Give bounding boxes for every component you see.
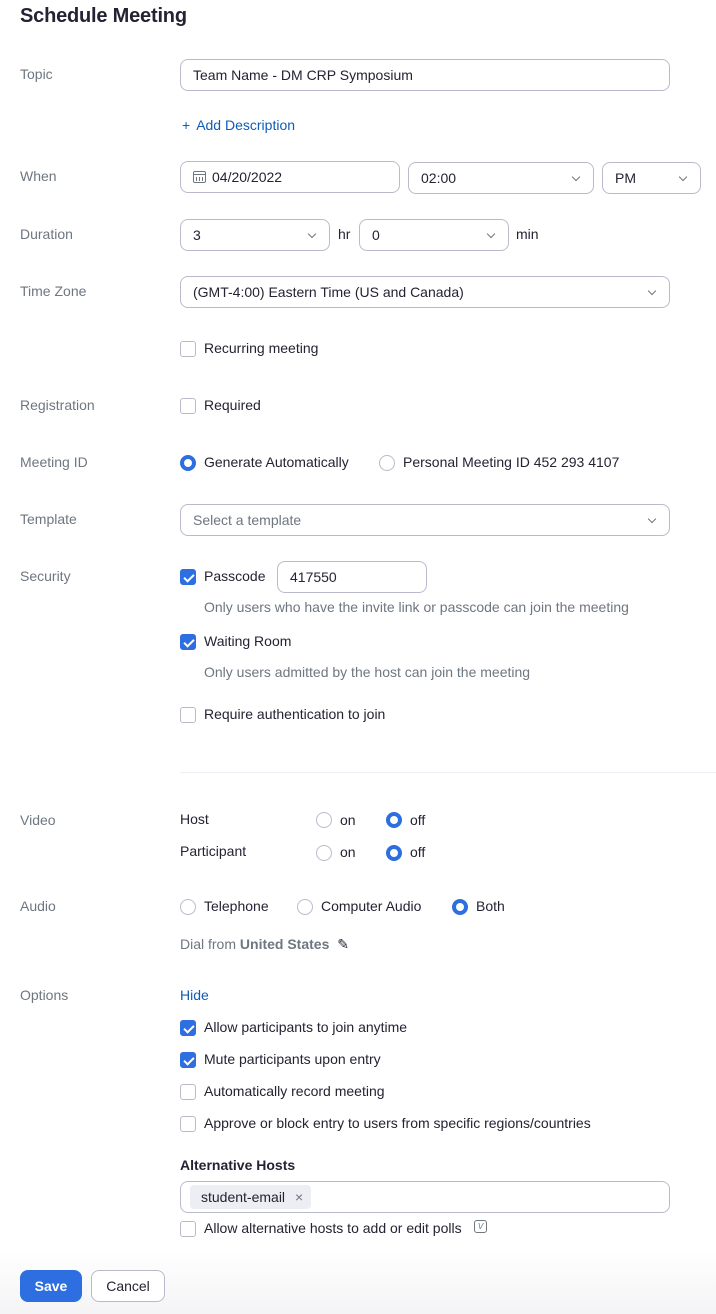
hours-value: 3: [193, 227, 201, 243]
ampm-value: PM: [615, 170, 636, 186]
personal-meeting-id-label: Personal Meeting ID 452 293 4107: [403, 454, 620, 470]
video-host-off-label: off: [410, 812, 426, 828]
alternative-hosts-title: Alternative Hosts: [180, 1157, 296, 1173]
alt-host-polls-checkbox[interactable]: [180, 1221, 196, 1237]
passcode-value: 417550: [290, 569, 337, 585]
minutes-value: 0: [372, 227, 380, 243]
chevron-down-icon: [678, 173, 688, 183]
template-placeholder: Select a template: [193, 512, 302, 528]
video-label: Video: [20, 812, 56, 828]
time-select[interactable]: 02:00: [408, 162, 594, 194]
video-participant-off-label: off: [410, 844, 426, 860]
date-value: 04/20/2022: [212, 169, 283, 185]
require-auth-label: Require authentication to join: [204, 706, 386, 722]
when-label: When: [20, 168, 57, 184]
time-value: 02:00: [421, 170, 457, 186]
topic-input[interactable]: Team Name - DM CRP Symposium: [180, 59, 670, 91]
audio-telephone-label: Telephone: [204, 898, 269, 914]
meeting-id-label: Meeting ID: [20, 454, 88, 470]
chevron-down-icon: [307, 230, 317, 240]
poll-icon: V: [474, 1220, 487, 1233]
video-participant-on-label: on: [340, 844, 356, 860]
generate-automatically-label: Generate Automatically: [204, 454, 349, 470]
cancel-button[interactable]: Cancel: [91, 1270, 165, 1302]
options-hide-link[interactable]: Hide: [180, 987, 209, 1003]
duration-hours-select[interactable]: 3: [180, 219, 330, 251]
minutes-unit: min: [516, 226, 539, 242]
passcode-label: Passcode: [204, 568, 266, 584]
add-description-link[interactable]: + Add Description: [182, 117, 295, 133]
registration-checkbox[interactable]: [180, 398, 196, 414]
waiting-room-checkbox[interactable]: [180, 634, 196, 650]
video-host-on-radio[interactable]: [316, 812, 332, 828]
require-auth-checkbox[interactable]: [180, 707, 196, 723]
passcode-input[interactable]: 417550: [277, 561, 427, 593]
calendar-icon: [193, 171, 206, 183]
alt-host-polls-label: Allow alternative hosts to add or edit p…: [204, 1220, 462, 1236]
options-label: Options: [20, 987, 69, 1003]
audio-both-radio[interactable]: [452, 899, 468, 915]
dial-from-prefix: Dial from: [180, 936, 237, 952]
save-button[interactable]: Save: [20, 1270, 82, 1302]
join-anytime-label: Allow participants to join anytime: [204, 1019, 408, 1035]
remove-icon[interactable]: ×: [295, 1189, 303, 1205]
duration-minutes-select[interactable]: 0: [359, 219, 509, 251]
page-title: Schedule Meeting: [20, 5, 187, 27]
registration-required-label: Required: [204, 397, 261, 413]
video-participant-label: Participant: [180, 843, 247, 859]
chevron-down-icon: [486, 230, 496, 240]
region-approval-label: Approve or block entry to users from spe…: [204, 1115, 591, 1131]
audio-telephone-radio[interactable]: [180, 899, 196, 915]
recurring-label: Recurring meeting: [204, 340, 319, 356]
dial-from: Dial from United States ✎: [180, 936, 349, 953]
audio-both-label: Both: [476, 898, 505, 914]
section-divider: [180, 772, 716, 773]
audio-label: Audio: [20, 898, 56, 914]
time-zone-select[interactable]: (GMT-4:00) Eastern Time (US and Canada): [180, 276, 670, 308]
chevron-down-icon: [647, 515, 657, 525]
time-zone-value: (GMT-4:00) Eastern Time (US and Canada): [193, 284, 464, 300]
passcode-hint: Only users who have the invite link or p…: [204, 599, 629, 615]
dial-from-country: United States: [239, 936, 330, 952]
region-approval-checkbox[interactable]: [180, 1116, 196, 1132]
audio-computer-radio[interactable]: [297, 899, 313, 915]
video-participant-on-radio[interactable]: [316, 845, 332, 861]
chevron-down-icon: [647, 287, 657, 297]
plus-icon: +: [182, 117, 191, 133]
time-zone-label: Time Zone: [20, 283, 87, 299]
date-input[interactable]: 04/20/2022: [180, 161, 400, 193]
template-select[interactable]: Select a template: [180, 504, 670, 536]
template-label: Template: [20, 511, 77, 527]
mute-on-entry-checkbox[interactable]: [180, 1052, 196, 1068]
recurring-checkbox[interactable]: [180, 341, 196, 357]
auto-record-label: Automatically record meeting: [204, 1083, 385, 1099]
mute-on-entry-label: Mute participants upon entry: [204, 1051, 381, 1067]
ampm-select[interactable]: PM: [602, 162, 701, 194]
personal-meeting-id-radio[interactable]: [379, 455, 395, 471]
auto-record-checkbox[interactable]: [180, 1084, 196, 1100]
generate-automatically-radio[interactable]: [180, 455, 196, 471]
join-anytime-checkbox[interactable]: [180, 1020, 196, 1036]
chevron-down-icon: [571, 173, 581, 183]
audio-computer-label: Computer Audio: [321, 898, 422, 914]
passcode-checkbox[interactable]: [180, 569, 196, 585]
video-host-label: Host: [180, 811, 209, 827]
alt-host-chip: student-email ×: [190, 1185, 312, 1209]
video-participant-off-radio[interactable]: [386, 845, 402, 861]
registration-label: Registration: [20, 397, 95, 413]
waiting-room-label: Waiting Room: [204, 633, 292, 649]
video-host-off-radio[interactable]: [386, 812, 402, 828]
hours-unit: hr: [338, 226, 351, 242]
waiting-room-hint: Only users admitted by the host can join…: [204, 664, 531, 680]
security-label: Security: [20, 568, 71, 584]
video-host-on-label: on: [340, 812, 356, 828]
topic-value: Team Name - DM CRP Symposium: [193, 67, 413, 83]
duration-label: Duration: [20, 226, 73, 242]
add-description-label: Add Description: [196, 117, 296, 133]
pencil-icon[interactable]: ✎: [337, 936, 349, 952]
topic-label: Topic: [20, 66, 53, 82]
alt-host-email: student-email: [201, 1189, 286, 1205]
